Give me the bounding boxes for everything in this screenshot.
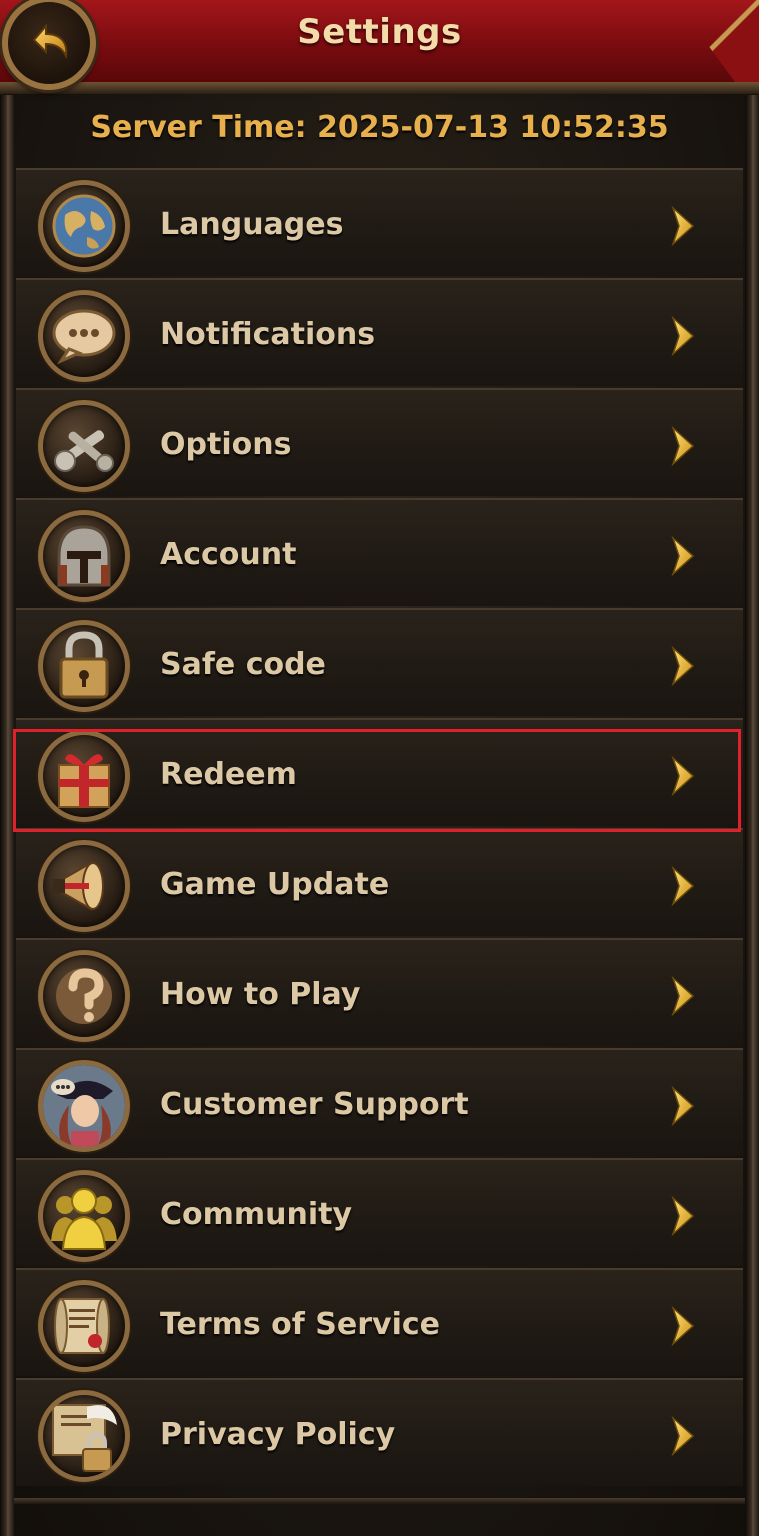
menu-item-safe-code[interactable]: Safe code xyxy=(16,608,743,716)
globe-icon-graphic xyxy=(52,194,116,258)
megaphone-icon-graphic xyxy=(53,861,104,911)
menu-item-customer-support[interactable]: Customer Support xyxy=(16,1048,743,1156)
support-agent-icon-graphic xyxy=(43,1065,125,1147)
chevron-right-icon xyxy=(671,1415,695,1457)
back-button[interactable] xyxy=(2,0,96,90)
menu-item-options[interactable]: Options xyxy=(16,388,743,496)
header-banner: Settings xyxy=(0,0,759,94)
menu-item-community[interactable]: Community xyxy=(16,1158,743,1266)
chevron-right-icon xyxy=(671,1195,695,1237)
gift-box-icon xyxy=(38,730,130,822)
question-mark-icon xyxy=(38,950,130,1042)
scroll-icon xyxy=(38,1280,130,1372)
globe-icon xyxy=(38,180,130,272)
menu-item-label: Community xyxy=(160,1196,353,1232)
menu-item-terms-of-service[interactable]: Terms of Service xyxy=(16,1268,743,1376)
chevron-right-icon xyxy=(671,1305,695,1347)
chevron-right-icon xyxy=(671,755,695,797)
menu-item-label: Safe code xyxy=(160,646,326,682)
page-title: Settings xyxy=(297,12,462,52)
megaphone-icon xyxy=(38,840,130,932)
helmet-icon-graphic xyxy=(57,525,111,587)
menu-item-label: Options xyxy=(160,426,292,462)
chevron-right-icon xyxy=(671,865,695,907)
menu-item-game-update[interactable]: Game Update xyxy=(16,828,743,936)
chat-bubble-icon-graphic xyxy=(52,309,116,365)
menu-item-label: Account xyxy=(160,536,297,572)
menu-item-label: Terms of Service xyxy=(160,1306,441,1342)
bottom-divider xyxy=(14,1498,745,1504)
menu-item-privacy-policy[interactable]: Privacy Policy xyxy=(16,1378,743,1486)
menu-item-label: Notifications xyxy=(160,316,376,352)
document-lock-icon xyxy=(38,1390,130,1482)
menu-item-notifications[interactable]: Notifications xyxy=(16,278,743,386)
chevron-right-icon xyxy=(671,205,695,247)
community-icon-graphic xyxy=(51,1188,117,1250)
back-arrow-icon xyxy=(32,23,68,60)
menu-item-label: Game Update xyxy=(160,866,390,902)
gift-box-icon-graphic xyxy=(58,754,110,808)
left-pillar xyxy=(0,95,14,1536)
menu-item-label: Languages xyxy=(160,206,344,242)
chevron-right-icon xyxy=(671,315,695,357)
menu-item-label: Privacy Policy xyxy=(160,1416,396,1452)
right-pillar xyxy=(745,95,759,1536)
chat-bubble-icon xyxy=(38,290,130,382)
padlock-icon xyxy=(38,620,130,712)
wrench-icon-graphic xyxy=(54,430,114,472)
menu-item-how-to-play[interactable]: How to Play xyxy=(16,938,743,1046)
settings-screen: Settings Server Time: 2025-07-13 10:52:3… xyxy=(0,0,759,1536)
document-lock-icon-graphic xyxy=(52,1404,117,1472)
wrench-icon xyxy=(38,400,130,492)
chevron-right-icon xyxy=(671,425,695,467)
server-time: Server Time: 2025-07-13 10:52:35 xyxy=(90,110,669,145)
chevron-right-icon xyxy=(671,975,695,1017)
menu-item-label: Redeem xyxy=(160,756,297,792)
support-agent-icon xyxy=(38,1060,130,1152)
menu-item-account[interactable]: Account xyxy=(16,498,743,606)
menu-item-label: How to Play xyxy=(160,976,361,1012)
chevron-right-icon xyxy=(671,535,695,577)
chevron-right-icon xyxy=(671,1085,695,1127)
scroll-icon-graphic xyxy=(54,1298,110,1354)
menu-item-redeem[interactable]: Redeem xyxy=(16,718,743,826)
settings-menu-list: Languages Notifications Options Account Safe… xyxy=(16,168,743,1488)
community-icon xyxy=(38,1170,130,1262)
chevron-right-icon xyxy=(671,645,695,687)
question-mark-icon-graphic xyxy=(56,968,112,1024)
menu-item-label: Customer Support xyxy=(160,1086,469,1122)
padlock-icon-graphic xyxy=(59,631,109,699)
helmet-icon xyxy=(38,510,130,602)
menu-item-languages[interactable]: Languages xyxy=(16,168,743,276)
